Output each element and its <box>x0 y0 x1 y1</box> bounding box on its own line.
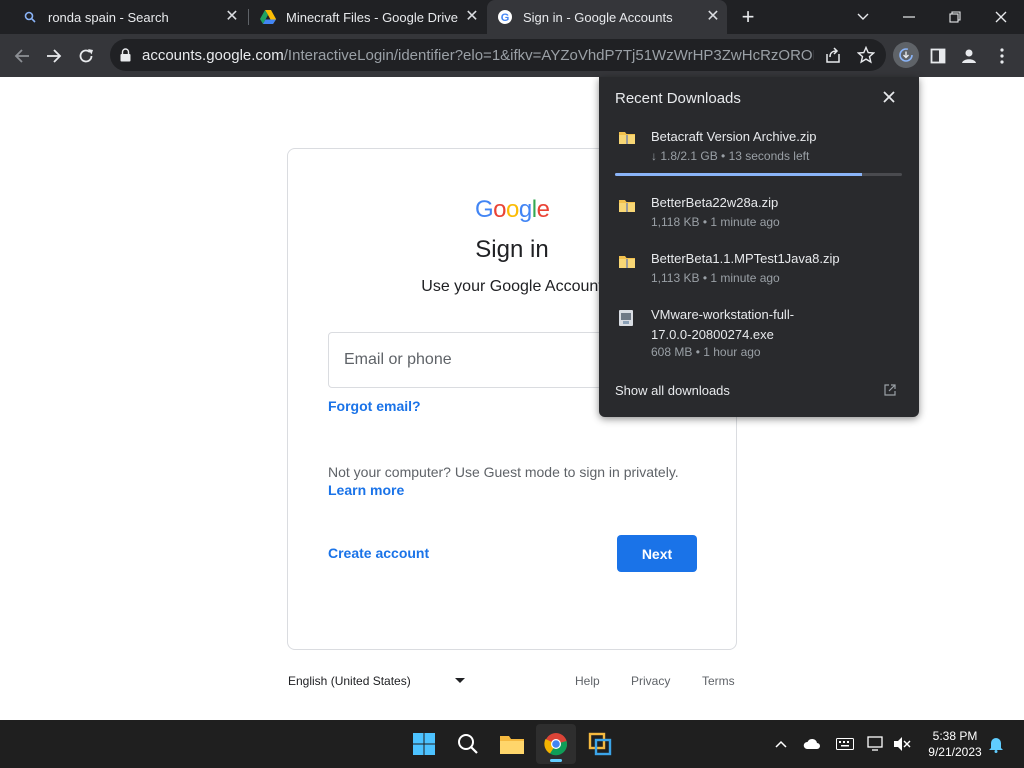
svg-text:G: G <box>501 12 510 24</box>
chevron-up-icon[interactable] <box>772 735 790 753</box>
tab-search-chevron-icon[interactable] <box>851 5 875 29</box>
tab-strip: ronda spain - Search ✕ Minecraft Files -… <box>0 0 1024 34</box>
share-icon[interactable] <box>824 46 842 69</box>
browser-toolbar: accounts.google.com/InteractiveLogin/ide… <box>0 34 1024 77</box>
close-icon[interactable] <box>882 90 900 108</box>
next-button[interactable]: Next <box>617 535 697 572</box>
side-panel-icon[interactable] <box>925 43 951 69</box>
show-all-downloads-link[interactable]: Show all downloads <box>615 383 730 398</box>
tab-title: ronda spain - Search <box>48 9 169 25</box>
restore-icon[interactable] <box>943 5 967 29</box>
create-account-button[interactable]: Create account <box>328 545 429 561</box>
download-item[interactable]: BetterBeta22w28a.zip 1,118 KB • 1 minute… <box>599 195 919 237</box>
help-link[interactable]: Help <box>575 674 600 688</box>
reload-icon[interactable] <box>73 43 99 69</box>
download-status: 1,118 KB • 1 minute ago <box>651 215 780 229</box>
terms-link[interactable]: Terms <box>702 674 735 688</box>
download-status: 1,113 KB • 1 minute ago <box>651 271 780 285</box>
download-filename: BetterBeta22w28a.zip <box>651 195 779 210</box>
forgot-email-link[interactable]: Forgot email? <box>328 398 421 414</box>
google-drive-icon <box>260 9 276 25</box>
chrome-icon[interactable] <box>536 724 576 764</box>
download-item[interactable]: BetterBeta1.1.MPTest1Java8.zip 1,113 KB … <box>599 251 919 293</box>
tab-google-drive[interactable]: Minecraft Files - Google Drive ✕ <box>250 0 486 34</box>
bookmark-star-icon[interactable] <box>856 45 876 69</box>
caret-down-icon <box>455 678 465 683</box>
url-path: /InteractiveLogin/identifier?elo=1&ifkv=… <box>283 47 814 64</box>
language-selector[interactable]: English (United States) <box>288 674 468 688</box>
tab-google-accounts[interactable]: G Sign in - Google Accounts ✕ <box>487 0 727 34</box>
url-text[interactable]: accounts.google.com/InteractiveLogin/ide… <box>142 47 814 64</box>
clock-date: 9/21/2023 <box>928 745 982 759</box>
minimize-icon[interactable] <box>897 5 921 29</box>
notification-bell-icon[interactable] <box>987 735 1005 753</box>
zip-folder-icon <box>618 197 636 218</box>
keyboard-icon[interactable] <box>836 735 854 753</box>
download-item[interactable]: VMware-workstation-full-17.0.0-20800274.… <box>599 307 919 369</box>
learn-more-link[interactable]: Learn more <box>328 482 404 498</box>
downloads-bubble: Recent Downloads Betacraft Version Archi… <box>599 77 919 417</box>
open-in-new-icon[interactable] <box>884 383 896 401</box>
google-icon: G <box>497 9 513 25</box>
close-icon[interactable]: ✕ <box>705 9 721 25</box>
back-arrow-icon[interactable] <box>9 43 35 69</box>
tab-title: Minecraft Files - Google Drive <box>286 9 458 25</box>
privacy-link[interactable]: Privacy <box>631 674 670 688</box>
url-host: accounts.google.com <box>142 47 284 64</box>
downloads-icon[interactable] <box>893 42 919 68</box>
zip-folder-icon <box>618 253 636 274</box>
tab-separator <box>248 9 249 25</box>
new-tab-plus-icon[interactable]: + <box>738 6 758 28</box>
windows-taskbar: 5:38 PM 9/21/2023 <box>0 720 1024 768</box>
volume-muted-icon[interactable] <box>893 735 911 753</box>
window-close-icon[interactable] <box>989 5 1013 29</box>
installer-icon <box>618 309 634 332</box>
start-windows-icon[interactable] <box>404 724 444 764</box>
download-progress-bar <box>615 173 902 176</box>
zip-folder-icon <box>618 129 636 150</box>
profile-avatar-icon[interactable] <box>956 43 982 69</box>
download-filename: BetterBeta1.1.MPTest1Java8.zip <box>651 251 840 266</box>
tab-title: Sign in - Google Accounts <box>523 9 673 25</box>
clock-time: 5:38 PM <box>932 729 978 743</box>
file-explorer-icon[interactable] <box>492 724 532 764</box>
network-icon[interactable] <box>867 735 885 753</box>
download-item[interactable]: Betacraft Version Archive.zip ↓ 1.8/2.1 … <box>599 129 919 179</box>
onedrive-cloud-icon[interactable] <box>803 735 821 753</box>
close-icon[interactable]: ✕ <box>224 9 240 25</box>
forward-arrow-icon[interactable] <box>41 43 67 69</box>
address-bar[interactable]: accounts.google.com/InteractiveLogin/ide… <box>110 39 886 71</box>
download-status: ↓ 1.8/2.1 GB • 13 seconds left <box>651 149 810 163</box>
lock-icon[interactable] <box>120 48 131 67</box>
downloads-title: Recent Downloads <box>615 90 741 107</box>
download-progress-fill <box>615 173 862 176</box>
download-filename: Betacraft Version Archive.zip <box>651 129 817 144</box>
tab-search[interactable]: ronda spain - Search ✕ <box>10 0 246 34</box>
guest-mode-text: Not your computer? Use Guest mode to sig… <box>328 464 679 480</box>
download-status: 608 MB • 1 hour ago <box>651 345 761 359</box>
kebab-menu-icon[interactable] <box>989 43 1015 69</box>
search-icon <box>22 9 38 25</box>
vmware-icon[interactable] <box>580 724 620 764</box>
download-filename: VMware-workstation-full-17.0.0-20800274.… <box>651 307 795 342</box>
close-icon[interactable]: ✕ <box>464 9 480 25</box>
language-label: English (United States) <box>288 674 411 688</box>
search-icon[interactable] <box>448 724 488 764</box>
google-logo: Google <box>475 196 550 223</box>
taskbar-clock[interactable]: 5:38 PM 9/21/2023 <box>920 728 990 760</box>
